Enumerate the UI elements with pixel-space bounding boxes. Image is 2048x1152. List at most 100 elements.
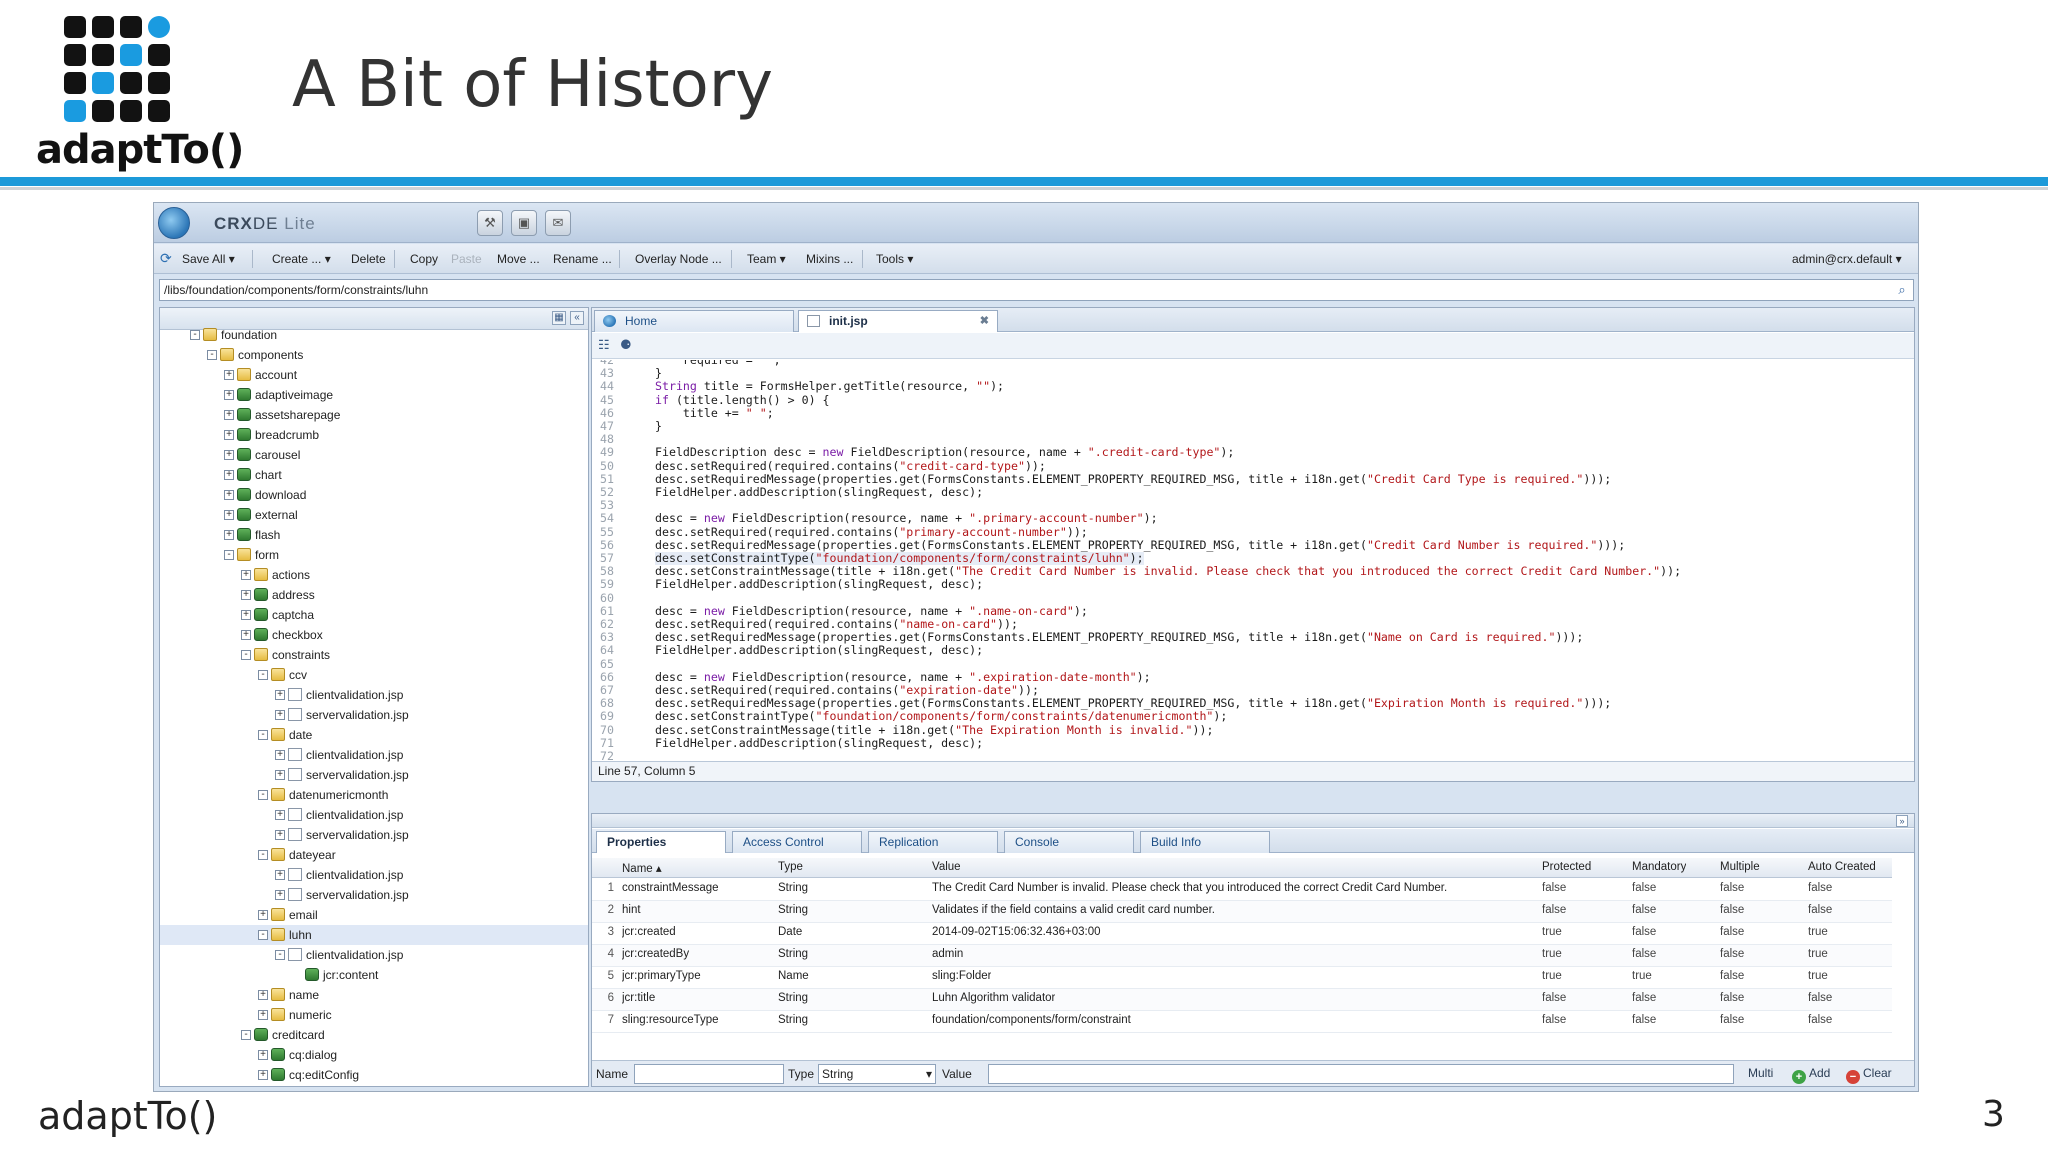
code-line[interactable]: 48 xyxy=(592,432,1914,446)
tab-home[interactable]: Home xyxy=(594,310,794,332)
code-line[interactable]: 43} xyxy=(592,366,1914,380)
table-row[interactable]: 1 constraintMessage String The Credit Card … xyxy=(592,879,1892,901)
column-header[interactable]: Name ▴ xyxy=(622,861,662,875)
tab-init-jsp[interactable]: init.jsp ✖ xyxy=(798,310,998,332)
tree-node[interactable]: + carousel xyxy=(160,445,588,465)
expand-node-icon[interactable]: + xyxy=(224,430,234,440)
expand-node-icon[interactable]: + xyxy=(241,590,251,600)
refresh-icon[interactable]: ⟳ xyxy=(160,250,172,267)
column-header[interactable]: Type xyxy=(778,861,803,873)
rename-button[interactable]: Rename ... xyxy=(553,252,612,266)
code-line[interactable]: 53 xyxy=(592,498,1914,512)
table-row[interactable]: 5 jcr:primaryType Name sling:Folder true true… xyxy=(592,967,1892,989)
code-line[interactable]: 54 desc = new FieldDescription(resource, … xyxy=(592,512,1914,525)
team-menu[interactable]: Team ▾ xyxy=(747,252,786,266)
tree-node[interactable]: - clientvalidation.jsp xyxy=(160,945,588,965)
tree-node[interactable]: + servervalidation.jsp xyxy=(160,885,588,905)
expand-node-icon[interactable]: + xyxy=(224,370,234,380)
collapse-left-icon[interactable]: « xyxy=(570,311,584,325)
code-line[interactable]: 52 FieldHelper.addDescription(slingReques… xyxy=(592,485,1914,499)
user-menu[interactable]: admin@crx.default ▾ xyxy=(1792,252,1902,266)
expand-node-icon[interactable]: + xyxy=(241,570,251,580)
delete-button[interactable]: Delete xyxy=(351,252,386,266)
tree-node[interactable]: - ccv xyxy=(160,665,588,685)
collapse-node-icon[interactable]: - xyxy=(241,1030,251,1040)
code-line[interactable]: 63 desc.setRequiredMessage(properties.get… xyxy=(592,630,1914,644)
tree-node[interactable]: + clientvalidation.jsp xyxy=(160,805,588,825)
tree-node[interactable]: + captcha xyxy=(160,605,588,625)
expand-node-icon[interactable]: + xyxy=(258,1070,268,1080)
tree-node[interactable]: + servervalidation.jsp xyxy=(160,705,588,725)
toolbox-icon[interactable]: ✉ xyxy=(545,210,571,236)
expand-node-icon[interactable]: + xyxy=(241,610,251,620)
collapse-node-icon[interactable]: - xyxy=(190,330,200,340)
search-icon[interactable]: ⌕ xyxy=(1893,281,1911,299)
expand-node-icon[interactable]: + xyxy=(275,830,285,840)
column-header[interactable]: Multiple xyxy=(1720,861,1760,873)
code-line[interactable]: 68 desc.setRequiredMessage(properties.get… xyxy=(592,696,1914,710)
code-line[interactable]: 64 FieldHelper.addDescription(slingReques… xyxy=(592,644,1914,657)
expand-node-icon[interactable]: + xyxy=(275,750,285,760)
find-icon[interactable]: ⚈ xyxy=(620,337,632,353)
tree-node[interactable]: + servervalidation.jsp xyxy=(160,765,588,785)
column-header[interactable]: Mandatory xyxy=(1632,861,1686,873)
tree-node[interactable]: + assetsharepage xyxy=(160,405,588,425)
tree-node[interactable]: - components xyxy=(160,345,588,365)
collapse-node-icon[interactable]: - xyxy=(258,850,268,860)
code-line[interactable]: 51 desc.setRequiredMessage(properties.get… xyxy=(592,472,1914,486)
expand-node-icon[interactable]: + xyxy=(275,810,285,820)
tree-node[interactable]: + actions xyxy=(160,565,588,585)
table-row[interactable]: 6 jcr:title String Luhn Algorithm validator… xyxy=(592,989,1892,1011)
code-line[interactable]: 42 required = ""; xyxy=(592,360,1914,367)
code-line[interactable]: 56 desc.setRequiredMessage(properties.get… xyxy=(592,538,1914,552)
code-line[interactable]: 46 title += " "; xyxy=(592,406,1914,420)
tree-node[interactable]: + email xyxy=(160,905,588,925)
expand-node-icon[interactable]: + xyxy=(224,470,234,480)
tools-menu[interactable]: Tools ▾ xyxy=(876,252,913,266)
expand-node-icon[interactable]: + xyxy=(275,690,285,700)
collapse-node-icon[interactable]: - xyxy=(258,790,268,800)
code-line[interactable]: 69 desc.setConstraintType("foundation/com… xyxy=(592,710,1914,723)
expand-node-icon[interactable]: + xyxy=(275,870,285,880)
tab-properties[interactable]: Properties xyxy=(596,831,726,853)
tree-node[interactable]: + flash xyxy=(160,525,588,545)
property-value-input[interactable] xyxy=(988,1064,1734,1084)
table-row[interactable]: 4 jcr:createdBy String admin true false false t… xyxy=(592,945,1892,967)
tree-node[interactable]: + address xyxy=(160,585,588,605)
expand-node-icon[interactable]: + xyxy=(224,490,234,500)
tree-node[interactable]: + name xyxy=(160,985,588,1005)
tree-node[interactable]: - date xyxy=(160,725,588,745)
expand-node-icon[interactable]: + xyxy=(275,890,285,900)
code-area[interactable]: 42 required = ""; 43} 44 String title = For… xyxy=(592,360,1914,766)
column-header[interactable]: Protected xyxy=(1542,861,1591,873)
expand-node-icon[interactable]: + xyxy=(258,1010,268,1020)
tree-filter-icon[interactable]: ▦ xyxy=(552,311,566,325)
tree-node[interactable]: + external xyxy=(160,505,588,525)
collapse-node-icon[interactable]: - xyxy=(258,730,268,740)
code-line[interactable]: 59 FieldHelper.addDescription(slingReques… xyxy=(592,578,1914,591)
tree-node[interactable]: + clientvalidation.jsp xyxy=(160,865,588,885)
code-line[interactable]: 71 FieldHelper.addDescription(slingReques… xyxy=(592,736,1914,750)
expand-node-icon[interactable]: + xyxy=(258,990,268,1000)
tree-node[interactable]: - form xyxy=(160,545,588,565)
tab-replication[interactable]: Replication xyxy=(868,831,998,853)
collapse-node-icon[interactable]: - xyxy=(258,930,268,940)
close-tab-icon[interactable]: ✖ xyxy=(980,311,989,331)
tree-node[interactable]: + account xyxy=(160,365,588,385)
column-header[interactable]: Auto Created xyxy=(1808,861,1876,873)
collapse-node-icon[interactable]: - xyxy=(258,670,268,680)
column-header[interactable]: Value xyxy=(932,861,961,873)
expand-node-icon[interactable]: + xyxy=(241,630,251,640)
expand-node-icon[interactable]: + xyxy=(275,770,285,780)
format-icon[interactable]: ☷ xyxy=(598,337,610,353)
collapse-node-icon[interactable]: - xyxy=(224,550,234,560)
property-type-select[interactable]: String ▾ xyxy=(818,1064,936,1084)
switch-tool-icon[interactable]: ⚒ xyxy=(477,210,503,236)
path-field[interactable]: /libs/foundation/components/form/constra… xyxy=(159,279,1914,301)
code-line[interactable]: 49 FieldDescription desc = new FieldDescr… xyxy=(592,446,1914,459)
tree-node[interactable]: + breadcrumb xyxy=(160,425,588,445)
expand-node-icon[interactable]: + xyxy=(224,510,234,520)
tab-console[interactable]: Console xyxy=(1004,831,1134,853)
table-row[interactable]: 2 hint String Validates if the field contai… xyxy=(592,901,1892,923)
code-line[interactable]: 66 desc = new FieldDescription(resource, … xyxy=(592,670,1914,684)
